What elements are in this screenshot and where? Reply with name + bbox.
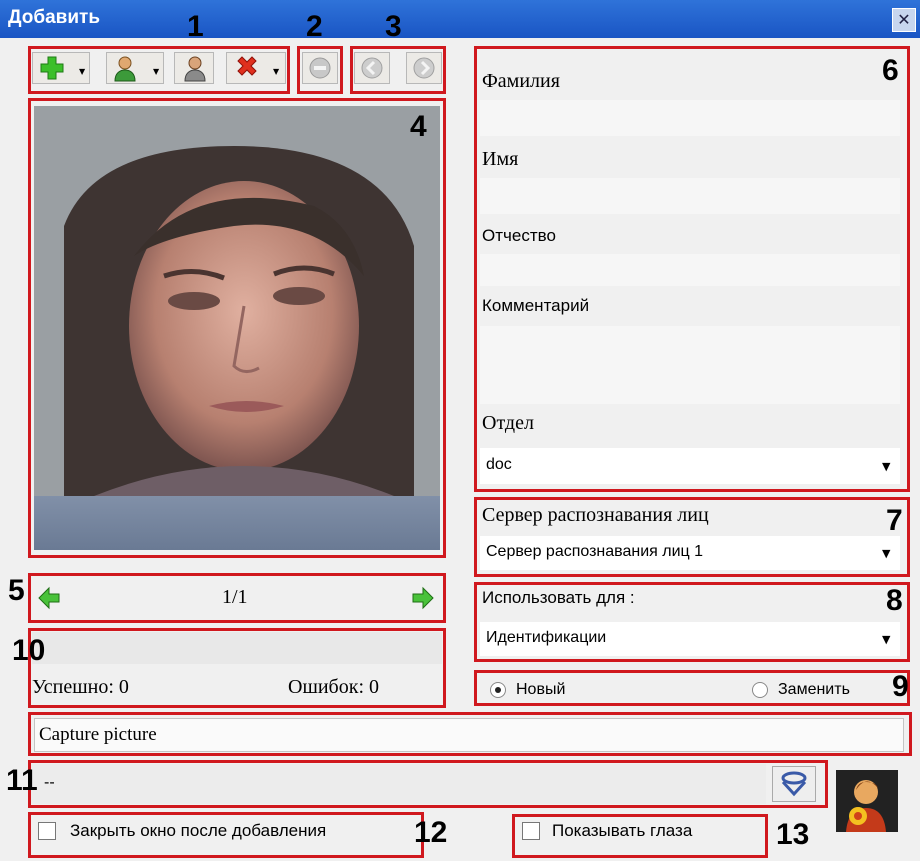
window-title: Добавить [8,7,101,28]
callout-number-9: 9 [892,670,909,703]
callout-box-capture [28,712,912,756]
user-avatar-icon [836,770,898,832]
callout-number-3: 3 [385,10,402,43]
callout-box-1 [28,46,290,94]
callout-number-1: 1 [187,10,204,43]
callout-number-10: 10 [12,634,46,667]
callout-box-9 [474,670,910,706]
callout-number-2: 2 [306,10,323,43]
callout-box-8 [474,582,910,662]
callout-box-13 [512,814,768,858]
callout-number-6: 6 [882,54,899,87]
callout-box-4 [28,98,446,558]
callout-number-8: 8 [886,584,903,617]
callout-box-7 [474,497,910,577]
callout-box-11 [28,760,828,808]
callout-number-11: 11 [6,764,38,797]
title-bar: Добавить ✕ [0,0,920,38]
callout-box-5 [28,573,446,623]
callout-box-10 [28,628,446,708]
callout-box-12 [28,812,424,858]
close-icon[interactable]: ✕ [892,8,916,32]
callout-number-7: 7 [886,504,903,537]
callout-box-6 [474,46,910,492]
callout-number-12: 12 [414,816,448,849]
callout-number-5: 5 [8,574,25,607]
callout-box-2 [297,46,343,94]
add-dialog: Добавить ✕ ▼ ▼ ▼ 1/1 Успешно: 0 Ошибок: … [0,0,920,861]
callout-number-13: 13 [776,818,810,851]
callout-box-3 [350,46,446,94]
callout-number-4: 4 [410,110,427,143]
